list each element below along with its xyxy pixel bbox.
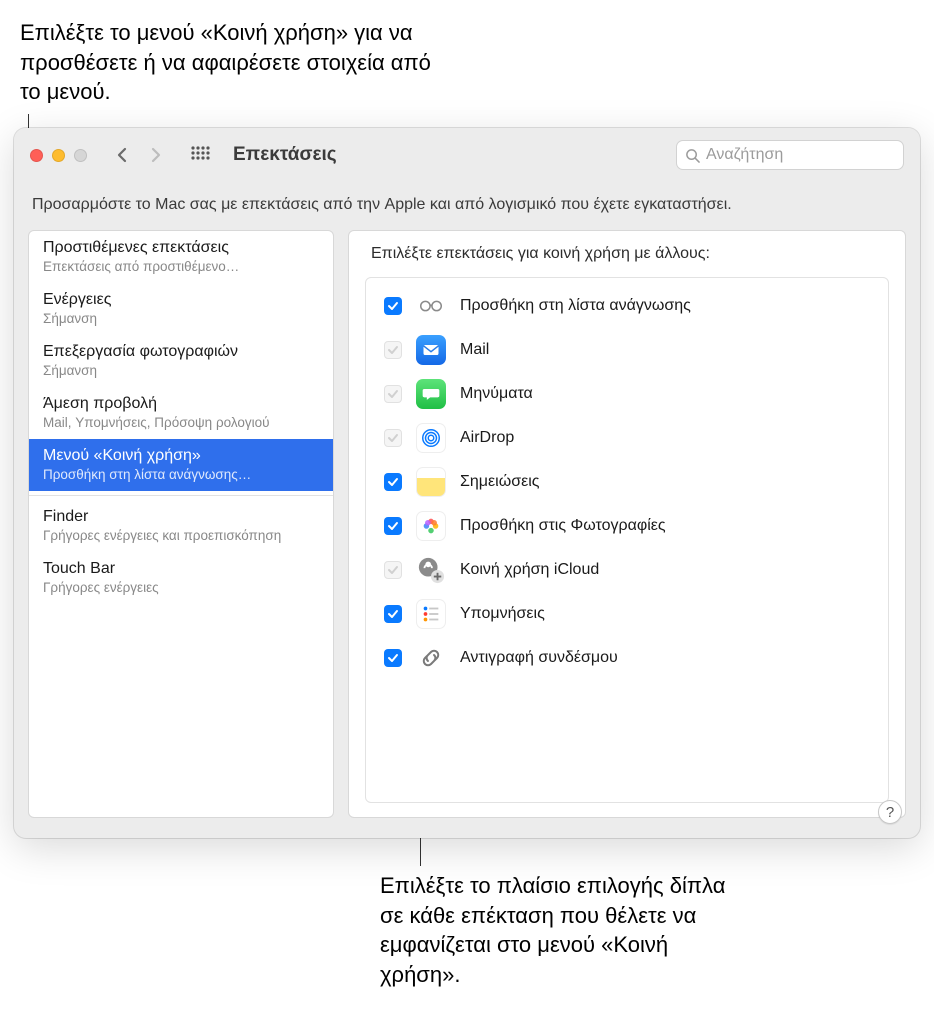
checkbox [384, 429, 402, 447]
extension-label: Μηνύματα [460, 385, 533, 403]
window-controls [30, 149, 87, 162]
sidebar-item-sub: Σήμανση [43, 363, 319, 378]
check-icon [387, 476, 399, 488]
airdrop-icon [416, 423, 446, 453]
checkbox [384, 561, 402, 579]
check-icon [387, 652, 399, 664]
preferences-window: Επεκτάσεις Αναζήτηση Προσαρμόστε το Mac … [14, 128, 920, 838]
sidebar-item-sub: Γρήγορες ενέργειες και προεπισκόπηση [43, 528, 319, 543]
sidebar-item-actions[interactable]: Ενέργειες Σήμανση [29, 283, 333, 335]
show-all-button[interactable] [185, 140, 215, 170]
sidebar-item-finder[interactable]: Finder Γρήγορες ενέργειες και προεπισκόπ… [29, 500, 333, 552]
extension-label: Προσθήκη στις Φωτογραφίες [460, 517, 666, 535]
list-item: Υπομνήσεις [366, 592, 888, 636]
sidebar-item-photo-editing[interactable]: Επεξεργασία φωτογραφιών Σήμανση [29, 335, 333, 387]
callout-text-top: Επιλέξτε το μενού «Κοινή χρήση» για να π… [20, 18, 450, 107]
search-placeholder: Αναζήτηση [706, 146, 783, 164]
panel-title: Επιλέξτε επεκτάσεις για κοινή χρήση με ά… [365, 245, 889, 263]
sidebar-item-title: Επεξεργασία φωτογραφιών [43, 343, 319, 361]
checkbox[interactable] [384, 297, 402, 315]
check-icon [387, 608, 399, 620]
list-item: Mail [366, 328, 888, 372]
reading-list-icon [416, 291, 446, 321]
separator [29, 495, 333, 496]
sidebar-item-sub: Σήμανση [43, 311, 319, 326]
chevron-left-icon [115, 147, 131, 163]
sidebar-item-quick-look[interactable]: Άμεση προβολή Mail, Υπομνήσεις, Πρόσοψη … [29, 387, 333, 439]
back-button[interactable] [109, 141, 137, 169]
sidebar-item-touch-bar[interactable]: Touch Bar Γρήγορες ενέργειες [29, 552, 333, 604]
checkbox[interactable] [384, 517, 402, 535]
extension-label: Αντιγραφή συνδέσμου [460, 649, 618, 667]
extension-label: AirDrop [460, 429, 514, 447]
search-input[interactable]: Αναζήτηση [676, 140, 904, 170]
mail-icon [416, 335, 446, 365]
window-toolbar: Επεκτάσεις Αναζήτηση [14, 128, 920, 182]
sidebar-item-share-menu[interactable]: Μενού «Κοινή χρήση» Προσθήκη στη λίστα α… [29, 439, 333, 491]
nav-buttons [109, 141, 169, 169]
check-icon [387, 520, 399, 532]
sidebar-list: Προστιθέμενες επεκτάσεις Επεκτάσεις από … [28, 230, 334, 818]
sidebar-item-sub: Mail, Υπομνήσεις, Πρόσοψη ρολογιού [43, 415, 319, 430]
list-item: Προσθήκη στις Φωτογραφίες [366, 504, 888, 548]
checkbox[interactable] [384, 649, 402, 667]
list-item: Αντιγραφή συνδέσμου [366, 636, 888, 680]
list-item: Προσθήκη στη λίστα ανάγνωσης [366, 284, 888, 328]
checkbox[interactable] [384, 605, 402, 623]
content-area: Προστιθέμενες επεκτάσεις Επεκτάσεις από … [14, 230, 920, 836]
sidebar-item-title: Ενέργειες [43, 291, 319, 309]
sidebar-item-title: Finder [43, 508, 319, 526]
sidebar-item-title: Touch Bar [43, 560, 319, 578]
reminders-icon [416, 599, 446, 629]
photos-icon [416, 511, 446, 541]
checkbox[interactable] [384, 473, 402, 491]
list-item: Μηνύματα [366, 372, 888, 416]
extension-label: Mail [460, 341, 489, 359]
check-icon [387, 564, 399, 576]
sidebar-item-title: Μενού «Κοινή χρήση» [43, 447, 319, 465]
sidebar-item-title: Άμεση προβολή [43, 395, 319, 413]
sidebar-item-sub: Επεκτάσεις από προστιθέμενο… [43, 259, 319, 274]
link-icon [416, 643, 446, 673]
icloud-share-icon [416, 555, 446, 585]
extension-list[interactable]: Προσθήκη στη λίστα ανάγνωσης Mail Μηνύμα… [365, 277, 889, 803]
check-icon [387, 300, 399, 312]
window-title: Επεκτάσεις [233, 144, 337, 166]
list-item: Κοινή χρήση iCloud [366, 548, 888, 592]
checkbox [384, 341, 402, 359]
sidebar-item-sub: Προσθήκη στη λίστα ανάγνωσης… [43, 467, 319, 482]
sidebar-item-title: Προστιθέμενες επεκτάσεις [43, 239, 319, 257]
notes-icon [416, 467, 446, 497]
zoom-window-button [74, 149, 87, 162]
sidebar-item-sub: Γρήγορες ενέργειες [43, 580, 319, 595]
check-icon [387, 388, 399, 400]
page-subtitle: Προσαρμόστε το Mac σας με επεκτάσεις από… [14, 182, 920, 230]
close-window-button[interactable] [30, 149, 43, 162]
search-icon [685, 148, 700, 163]
chevron-right-icon [147, 147, 163, 163]
detail-panel: Επιλέξτε επεκτάσεις για κοινή χρήση με ά… [348, 230, 906, 818]
sidebar-item-added-extensions[interactable]: Προστιθέμενες επεκτάσεις Επεκτάσεις από … [29, 231, 333, 283]
extension-label: Κοινή χρήση iCloud [460, 561, 599, 579]
checkbox [384, 385, 402, 403]
extension-label: Σημειώσεις [460, 473, 539, 491]
list-item: AirDrop [366, 416, 888, 460]
grid-icon [190, 145, 210, 165]
extension-label: Προσθήκη στη λίστα ανάγνωσης [460, 297, 691, 315]
help-button[interactable]: ? [878, 800, 902, 824]
extension-label: Υπομνήσεις [460, 605, 545, 623]
forward-button[interactable] [141, 141, 169, 169]
messages-icon [416, 379, 446, 409]
minimize-window-button[interactable] [52, 149, 65, 162]
check-icon [387, 432, 399, 444]
list-item: Σημειώσεις [366, 460, 888, 504]
callout-text-bottom: Επιλέξτε το πλαίσιο επιλογής δίπλα σε κά… [380, 871, 740, 990]
check-icon [387, 344, 399, 356]
